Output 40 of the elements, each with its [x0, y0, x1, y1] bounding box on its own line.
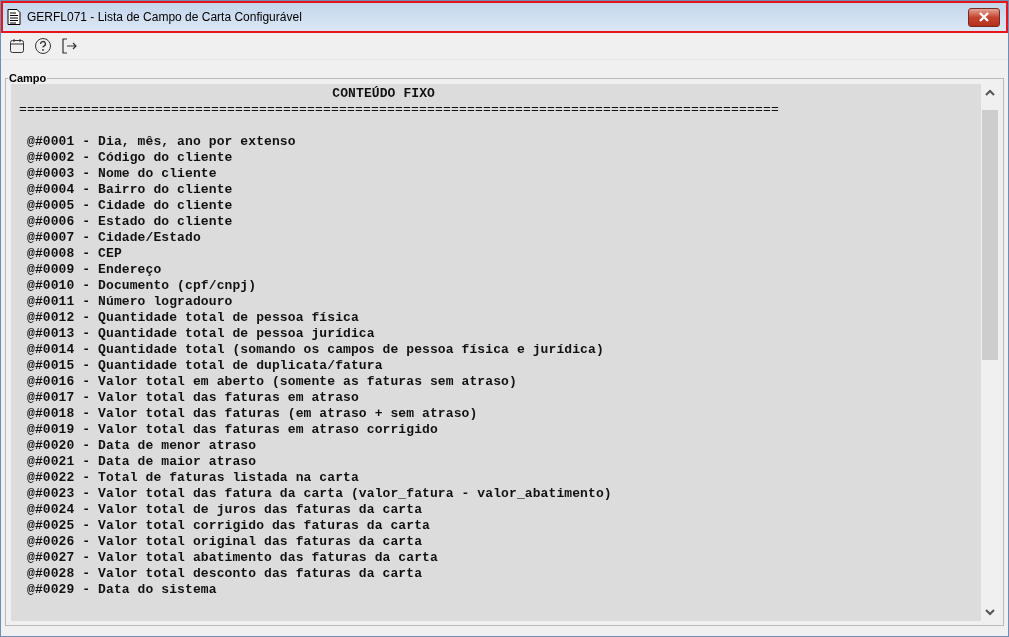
field-code-line: @#0019 - Valor total das faturas em atraso corrigido: [27, 422, 439, 438]
field-code-line: @#0010 - Documento (cpf/cnpj): [27, 278, 258, 294]
field-code-line: @#0023 - Valor total das fatura da carta (valor_fatura - valor_abatimento): [27, 486, 613, 502]
field-code-line: @#0017 - Valor total das faturas em atraso: [27, 390, 360, 406]
field-code-line: @#0012 - Quantidade total de pessoa física: [27, 310, 360, 326]
field-code-line: @#0003 - Nome do cliente: [27, 166, 218, 182]
scrollbar-thumb[interactable]: [982, 110, 998, 360]
group-legend: Campo: [8, 72, 48, 84]
content-heading: CONTEÚDO FIXO: [331, 86, 435, 102]
field-code-line: @#0022 - Total de faturas listada na carta: [27, 470, 360, 486]
field-code-line: @#0026 - Valor total original das faturas da carta: [27, 534, 424, 550]
help-icon[interactable]: [33, 36, 53, 56]
field-code-line: @#0005 - Cidade do cliente: [27, 198, 234, 214]
field-code-line: @#0008 - CEP: [27, 246, 123, 262]
field-code-line: @#0009 - Endereço: [27, 262, 163, 278]
document-icon: [7, 9, 21, 25]
field-code-line: @#0006 - Estado do cliente: [27, 214, 234, 230]
field-code-line: @#0013 - Quantidade total de pessoa jurídica: [27, 326, 376, 342]
field-code-line: @#0028 - Valor total desconto das faturas da carta: [27, 566, 424, 582]
field-code-line: @#0014 - Quantidade total (somando os campos de pessoa física e jurídica): [27, 342, 605, 358]
close-button[interactable]: [968, 7, 1000, 27]
window-title: GERFL071 - Lista de Campo de Carta Configurável: [27, 10, 303, 24]
field-code-line: @#0002 - Código do cliente: [27, 150, 234, 166]
field-code-line: @#0015 - Quantidade total de duplicata/fatura: [27, 358, 384, 374]
field-code-line: @#0018 - Valor total das faturas (em atraso + sem atraso): [27, 406, 479, 422]
field-code-line: @#0007 - Cidade/Estado: [27, 230, 202, 246]
field-code-line: @#0001 - Dia, mês, ano por extenso: [27, 134, 297, 150]
field-code-line: @#0004 - Bairro do cliente: [27, 182, 234, 198]
field-code-line: @#0029 - Data do sistema: [27, 582, 218, 598]
field-code-line: @#0021 - Data de maior atraso: [27, 454, 258, 470]
exit-icon[interactable]: [59, 36, 79, 56]
close-icon[interactable]: [978, 12, 990, 22]
field-code-line: @#0020 - Data de menor atraso: [27, 438, 258, 454]
field-code-line: @#0016 - Valor total em aberto (somente as faturas sem atraso): [27, 374, 518, 390]
field-code-line: @#0011 - Número logradouro: [27, 294, 234, 310]
calendar-icon[interactable]: [7, 36, 27, 56]
field-code-line: @#0025 - Valor total corrigido das faturas da carta: [27, 518, 431, 534]
field-code-line: @#0024 - Valor total de juros das faturas da carta: [27, 502, 424, 518]
field-code-line: @#0027 - Valor total abatimento das faturas da carta: [27, 550, 439, 566]
separator-line: ===============================================================================================: [19, 102, 781, 118]
